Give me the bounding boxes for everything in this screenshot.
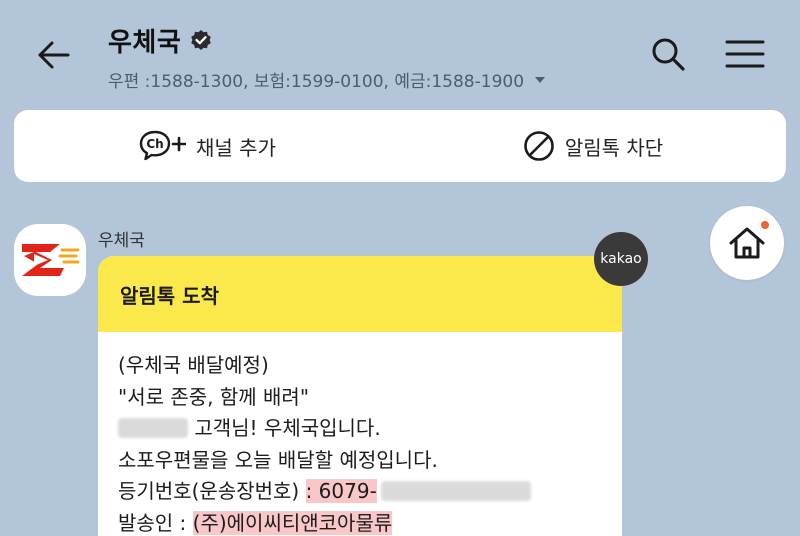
chevron-down-icon[interactable] [534, 76, 546, 84]
home-icon [729, 227, 765, 259]
sender-avatar[interactable] [14, 224, 86, 296]
korea-post-logo-icon [22, 244, 80, 276]
chat-title-area[interactable]: 우체국 우편 :1588-1300, 보험:1599-0100, 예금:1588… [108, 22, 546, 92]
message-line: 등기번호(운송장번호) : 6079- [118, 476, 622, 508]
menu-button[interactable] [722, 34, 768, 74]
search-icon [652, 38, 685, 71]
chat-header: 우체국 우편 :1588-1300, 보험:1599-0100, 예금:1588… [0, 0, 800, 100]
block-alimtalk-label: 알림톡 차단 [564, 135, 664, 160]
message-line: 고객님! 우체국입니다. [118, 413, 622, 445]
block-alimtalk-button[interactable]: 알림톡 차단 [400, 110, 786, 182]
back-button[interactable] [30, 34, 76, 76]
channel-add-icon: Ch [139, 130, 187, 161]
hamburger-menu-icon [725, 40, 765, 68]
message-bubble[interactable]: 알림톡 도착 (우체국 배달예정) "서로 존중, 함께 배려" 고객님! 우체… [98, 256, 622, 536]
verified-badge-icon [189, 29, 213, 53]
channel-title: 우체국 [108, 28, 182, 58]
message-header: 알림톡 도착 [98, 256, 622, 332]
add-channel-label: 채널 추가 [196, 135, 276, 160]
add-channel-button[interactable]: Ch 채널 추가 [14, 110, 400, 182]
tracking-number: : 6079- [305, 479, 377, 503]
block-icon [524, 131, 554, 161]
channel-action-bar: Ch 채널 추가 알림톡 차단 [14, 110, 786, 182]
notification-dot [761, 221, 769, 229]
arrow-left-icon [38, 41, 70, 69]
message-line: 소포우편물을 오늘 배달할 예정입니다. [118, 447, 438, 472]
channel-phone-numbers: 우편 :1588-1300, 보험:1599-0100, 예금:1588-190… [108, 72, 525, 92]
sender-name: 우체국 [98, 231, 145, 251]
message-body: (우체국 배달예정) "서로 존중, 함께 배려" 고객님! 우체국입니다. 소… [98, 332, 622, 536]
home-button[interactable] [710, 206, 784, 280]
message-line: 발송인 : (주)에이씨티앤코아물류 [118, 510, 393, 535]
message-line: "서로 존중, 함께 배려" [118, 384, 310, 409]
redacted-name [118, 418, 188, 438]
message-line: (우체국 배달예정) [118, 353, 269, 377]
sender-company: (주)에이씨티앤코아물류 [192, 510, 393, 535]
channel-icon-label: Ch [146, 137, 163, 151]
kakao-badge: kakao [594, 232, 648, 286]
redacted-tracking [380, 481, 531, 501]
search-button[interactable] [646, 34, 690, 74]
